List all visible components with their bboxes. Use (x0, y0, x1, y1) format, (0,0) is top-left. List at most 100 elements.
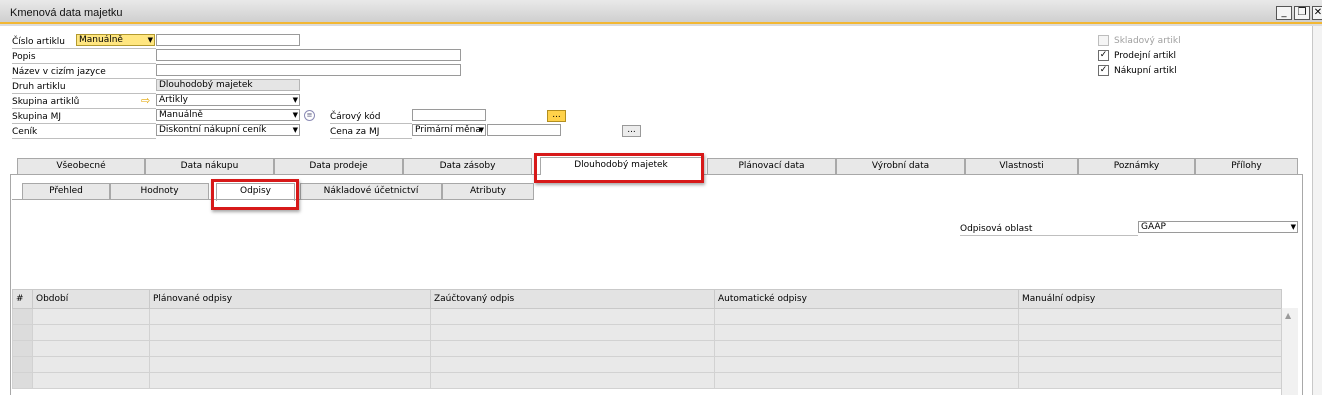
divider (12, 78, 156, 79)
table-row[interactable] (12, 340, 1282, 357)
arrow-right-icon[interactable]: ⇨ (141, 94, 150, 107)
table-row[interactable] (12, 324, 1282, 341)
sales-item-checkbox[interactable]: ✓ (1098, 50, 1109, 61)
window-titlebar: Kmenová data majetku _ ❐ ✕ (0, 0, 1322, 24)
column-header-number[interactable]: # (12, 289, 33, 309)
barcode-input[interactable] (412, 109, 486, 121)
subtab-overview[interactable]: Přehled (22, 183, 110, 199)
divider (330, 138, 412, 139)
column-header-automatic-depreciation[interactable]: Automatické odpisy (714, 289, 1019, 309)
depreciation-area-value: GAAP (1141, 222, 1166, 232)
item-number-series-select[interactable]: Manuálně ▼ (76, 34, 155, 46)
grid-scrollbar[interactable]: ▲ (1281, 308, 1298, 395)
divider (12, 63, 156, 64)
tab-inventory-data[interactable]: Data zásoby (403, 158, 532, 174)
table-row[interactable] (12, 308, 1282, 325)
subtab-attributes[interactable]: Atributy (442, 183, 534, 199)
table-row[interactable] (12, 356, 1282, 373)
unit-price-currency-select[interactable]: Primární měna ▼ (412, 124, 486, 136)
tab-highlight-frame (534, 153, 704, 183)
close-button[interactable]: ✕ (1312, 6, 1322, 20)
grid-header-row: # Období Plánované odpisy Zaúčtovaný odp… (12, 289, 1282, 309)
foreign-name-label: Název v cizím jazyce (12, 67, 106, 77)
table-row[interactable] (12, 372, 1282, 389)
table-cell (12, 356, 33, 373)
tab-remarks[interactable]: Poznámky (1078, 158, 1195, 174)
table-cell[interactable] (149, 324, 431, 341)
table-cell[interactable] (1018, 308, 1282, 325)
chevron-down-icon: ▼ (292, 111, 298, 119)
table-cell[interactable] (149, 372, 431, 389)
unit-price-label: Cena za MJ (330, 127, 380, 137)
depreciation-area-select[interactable]: GAAP ▼ (1138, 221, 1298, 233)
table-cell (12, 372, 33, 389)
tab-sales-data[interactable]: Data prodeje (274, 158, 403, 174)
uom-group-select[interactable]: Manuálně ▼ (156, 109, 300, 121)
table-cell[interactable] (430, 340, 715, 357)
minimize-button[interactable]: _ (1276, 6, 1292, 20)
table-cell[interactable] (430, 308, 715, 325)
table-cell[interactable] (32, 372, 150, 389)
inventory-item-checkbox[interactable] (1098, 35, 1109, 46)
table-cell[interactable] (1018, 372, 1282, 389)
column-header-manual-depreciation[interactable]: Manuální odpisy (1018, 289, 1282, 309)
description-input[interactable] (156, 49, 461, 61)
right-edge-strip (1312, 26, 1322, 395)
column-header-posted-depreciation[interactable]: Zaúčtovaný odpis (430, 289, 715, 309)
item-type-field: Dlouhodobý majetek (156, 79, 300, 91)
item-type-label: Druh artiklu (12, 82, 66, 92)
table-cell (12, 340, 33, 357)
table-cell[interactable] (714, 340, 1019, 357)
foreign-name-input[interactable] (156, 64, 461, 76)
info-circle-icon[interactable]: ≡ (304, 110, 315, 121)
uom-group-label: Skupina MJ (12, 112, 62, 122)
table-cell[interactable] (714, 372, 1019, 389)
column-header-period[interactable]: Období (32, 289, 150, 309)
purchase-item-checkbox[interactable]: ✓ (1098, 65, 1109, 76)
table-cell[interactable] (430, 372, 715, 389)
item-group-value: Artikly (159, 95, 188, 105)
table-cell[interactable] (149, 308, 431, 325)
tab-planning-data[interactable]: Plánovací data (707, 158, 836, 174)
table-cell[interactable] (430, 356, 715, 373)
chevron-down-icon: ▼ (1290, 223, 1296, 231)
item-group-select[interactable]: Artikly ▼ (156, 94, 300, 106)
inventory-item-label: Skladový artikl (1114, 36, 1181, 46)
scroll-up-icon[interactable]: ▲ (1285, 311, 1291, 320)
table-cell[interactable] (32, 324, 150, 341)
barcode-browse-button[interactable]: ... (547, 110, 566, 122)
price-list-select[interactable]: Diskontní nákupní ceník ▼ (156, 124, 300, 136)
table-cell[interactable] (32, 308, 150, 325)
unit-price-currency-value: Primární měna (415, 125, 481, 135)
table-cell[interactable] (1018, 356, 1282, 373)
table-cell[interactable] (714, 308, 1019, 325)
description-label: Popis (12, 52, 36, 62)
table-cell[interactable] (149, 340, 431, 357)
table-cell[interactable] (430, 324, 715, 341)
table-cell[interactable] (1018, 340, 1282, 357)
purchase-item-label: Nákupní artikl (1114, 66, 1177, 76)
subtab-values[interactable]: Hodnoty (110, 183, 209, 199)
table-cell[interactable] (1018, 324, 1282, 341)
tab-properties[interactable]: Vlastnosti (965, 158, 1078, 174)
table-cell[interactable] (714, 356, 1019, 373)
unit-price-browse-button[interactable]: ... (622, 125, 641, 137)
sales-item-label: Prodejní artikl (1114, 51, 1177, 61)
unit-price-input[interactable] (487, 124, 561, 136)
column-header-planned-depreciation[interactable]: Plánované odpisy (149, 289, 431, 309)
table-cell[interactable] (32, 340, 150, 357)
restore-button[interactable]: ❐ (1294, 6, 1310, 20)
table-cell[interactable] (714, 324, 1019, 341)
divider (12, 93, 156, 94)
subtab-cost-accounting[interactable]: Nákladové účetnictví (300, 183, 442, 199)
tab-attachments[interactable]: Přílohy (1195, 158, 1298, 174)
item-group-label: Skupina artiklů (12, 97, 80, 107)
tab-purchasing-data[interactable]: Data nákupu (145, 158, 274, 174)
price-list-label: Ceník (12, 127, 38, 137)
tab-general[interactable]: Všeobecné (17, 158, 145, 174)
divider (12, 108, 156, 109)
table-cell[interactable] (32, 356, 150, 373)
table-cell[interactable] (149, 356, 431, 373)
item-number-input[interactable] (156, 34, 300, 46)
tab-production-data[interactable]: Výrobní data (836, 158, 965, 174)
